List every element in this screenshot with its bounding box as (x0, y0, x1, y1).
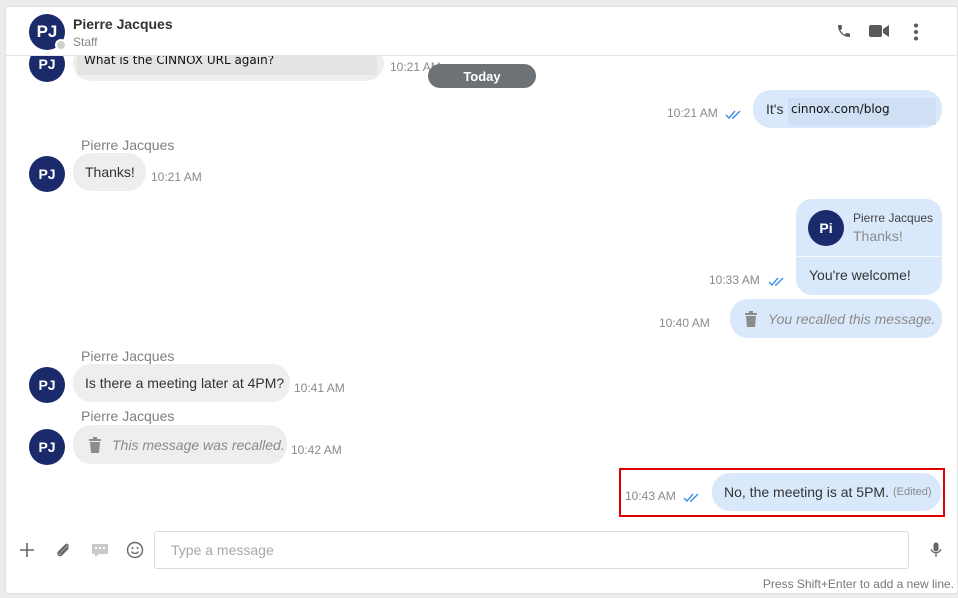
message-bubble-incoming[interactable]: Is there a meeting later at 4PM? (73, 364, 290, 402)
phone-icon[interactable] (834, 21, 854, 41)
message-text: You're welcome! (809, 267, 911, 283)
quick-reply-icon[interactable] (89, 540, 111, 560)
message-text: It's (766, 101, 784, 117)
sender-name: Pierre Jacques (81, 348, 175, 364)
trash-icon (88, 436, 102, 453)
date-divider: Today (428, 64, 536, 88)
sender-avatar: PJ (29, 156, 65, 192)
presence-dot (55, 39, 67, 51)
attachment-icon[interactable] (53, 539, 73, 561)
trash-icon (744, 310, 758, 327)
quoted-message[interactable]: Pi Pierre Jacques Thanks! (796, 199, 942, 257)
message-bubble-outgoing[interactable]: No, the meeting is at 5PM. (Edited) (712, 473, 941, 511)
message-time: 10:41 AM (294, 381, 345, 395)
message-bubble-recalled[interactable]: This message was recalled. (73, 425, 287, 464)
contact-role: Staff (73, 35, 98, 49)
quoted-text: Thanks! (853, 228, 903, 244)
message-time: 10:21 AM (667, 106, 718, 120)
sender-avatar: PJ (29, 429, 65, 465)
read-receipt-icon (725, 107, 743, 120)
contact-name: Pierre Jacques (73, 16, 173, 32)
message-text: Is there a meeting later at 4PM? (85, 375, 285, 391)
more-vertical-icon[interactable] (906, 21, 926, 43)
video-camera-icon[interactable] (868, 21, 890, 41)
microphone-icon[interactable] (926, 540, 946, 560)
message-text: This message was recalled. (112, 436, 285, 453)
message-time: 10:33 AM (709, 273, 760, 287)
add-icon[interactable] (17, 540, 37, 560)
message-bubble-incoming[interactable]: Thanks! (73, 153, 146, 191)
message-time: 10:21 AM (151, 170, 202, 184)
message-bubble-outgoing[interactable]: It's cinnox.com/blog (753, 90, 942, 128)
composer-hint: Press Shift+Enter to add a new line. (762, 577, 954, 591)
read-receipt-icon (768, 274, 786, 287)
message-time: 10:42 AM (291, 443, 342, 457)
sender-avatar: PJ (29, 367, 65, 403)
quoted-avatar: Pi (808, 210, 844, 246)
chat-header: PJ Pierre Jacques Staff (6, 7, 957, 56)
message-bubble-reply[interactable]: Pi Pierre Jacques Thanks! You're welcome… (796, 199, 942, 295)
quoted-sender: Pierre Jacques (853, 211, 934, 225)
edited-label: (Edited) (892, 486, 932, 498)
message-time: 10:43 AM (625, 489, 676, 503)
message-text: You recalled this message. (768, 310, 936, 327)
message-link[interactable]: cinnox.com/blog (791, 102, 890, 116)
sender-name: Pierre Jacques (81, 408, 175, 424)
chat-panel: PJ Pierre Jacques Staff PJ What is the C… (5, 6, 958, 594)
sender-name: Pierre Jacques (81, 137, 175, 153)
message-text: No, the meeting is at 5PM. (724, 484, 889, 500)
message-input[interactable] (154, 531, 909, 569)
message-text: Thanks! (85, 164, 135, 180)
message-time: 10:40 AM (659, 316, 710, 330)
read-receipt-icon (683, 490, 701, 503)
emoji-icon[interactable] (125, 540, 145, 560)
message-bubble-recalled[interactable]: You recalled this message. (730, 299, 942, 338)
